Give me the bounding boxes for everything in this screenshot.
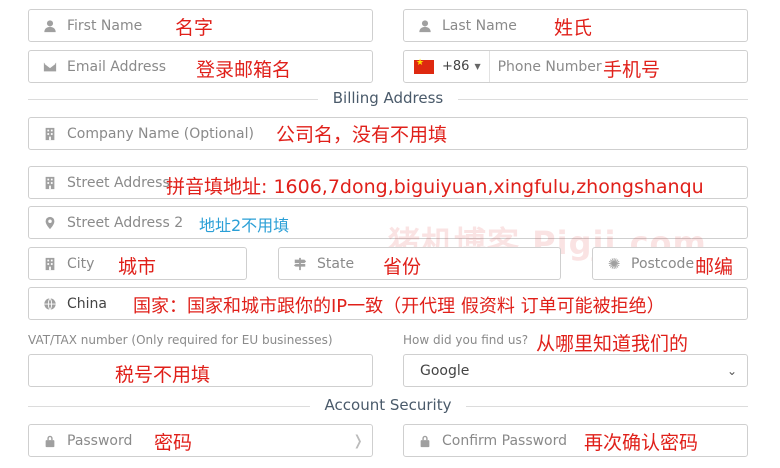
source-select[interactable]: Google ⌄ — [403, 354, 748, 387]
envelope-icon — [43, 60, 57, 74]
billing-address-heading: Billing Address — [332, 89, 444, 107]
vat-label: VAT/TAX number (Only required for EU bus… — [28, 333, 333, 347]
password-toggle-icon[interactable]: ❭ — [352, 433, 364, 449]
confirm-password-annotation: 再次确认密码 — [584, 432, 699, 454]
chevron-down-icon[interactable]: ▼ — [474, 62, 480, 71]
last-name-annotation: 姓氏 — [554, 17, 593, 39]
building-icon — [43, 176, 57, 190]
country-value: China — [67, 295, 107, 312]
phone-divider — [488, 51, 490, 82]
source-value: Google — [420, 362, 470, 379]
phone-field[interactable]: +86 ▼ Phone Number — [403, 50, 748, 83]
confirm-password-placeholder: Confirm Password — [442, 432, 568, 449]
account-security-section: Account Security — [28, 396, 748, 416]
signpost-icon — [293, 257, 307, 271]
password-field[interactable]: Password ❭ — [28, 424, 373, 457]
gear-icon: ✺ — [607, 254, 621, 273]
password-placeholder: Password — [67, 432, 133, 449]
map-marker-icon — [43, 216, 57, 230]
phone-placeholder: Phone Number — [497, 58, 602, 75]
lock-icon — [418, 434, 432, 448]
city-placeholder: City — [67, 255, 95, 272]
street-address-placeholder: Street Address — [67, 174, 170, 191]
state-annotation: 省份 — [383, 256, 422, 278]
phone-country-code[interactable]: +86 — [442, 59, 469, 74]
postcode-placeholder: Postcode — [631, 255, 695, 272]
source-annotation: 从哪里知道我们的 — [536, 333, 689, 355]
country-annotation: 国家：国家和城市跟你的IP一致（开代理 假资料 订单可能被拒绝） — [133, 296, 665, 317]
building-icon — [43, 257, 57, 271]
company-placeholder: Company Name (Optional) — [67, 125, 254, 142]
street-address-2-annotation: 地址2不用填 — [199, 216, 290, 235]
phone-annotation: 手机号 — [603, 59, 661, 81]
source-label: How did you find us? — [403, 333, 529, 347]
building-icon — [43, 127, 57, 141]
city-annotation: 城市 — [118, 256, 157, 278]
street-address-2-placeholder: Street Address 2 — [67, 214, 184, 231]
last-name-placeholder: Last Name — [442, 17, 517, 34]
account-security-heading: Account Security — [324, 396, 452, 414]
email-placeholder: Email Address — [67, 58, 167, 75]
password-annotation: 密码 — [154, 432, 193, 454]
vat-annotation: 税号不用填 — [115, 364, 211, 386]
first-name-placeholder: First Name — [67, 17, 143, 34]
postcode-annotation: 邮编 — [695, 256, 734, 278]
email-annotation: 登录邮箱名 — [196, 59, 292, 81]
user-icon — [418, 19, 432, 33]
user-icon — [43, 19, 57, 33]
lock-icon — [43, 434, 57, 448]
state-placeholder: State — [317, 255, 355, 272]
first-name-annotation: 名字 — [175, 17, 214, 39]
chevron-down-icon[interactable]: ⌄ — [727, 364, 737, 378]
globe-icon — [43, 297, 57, 311]
street-address-annotation: 拼音填地址: 1606,7dong,biguiyuan,xingfulu,zho… — [166, 176, 704, 198]
billing-address-section: Billing Address — [28, 89, 748, 109]
company-annotation: 公司名，没有不用填 — [276, 124, 448, 146]
china-flag-icon[interactable] — [414, 58, 434, 74]
